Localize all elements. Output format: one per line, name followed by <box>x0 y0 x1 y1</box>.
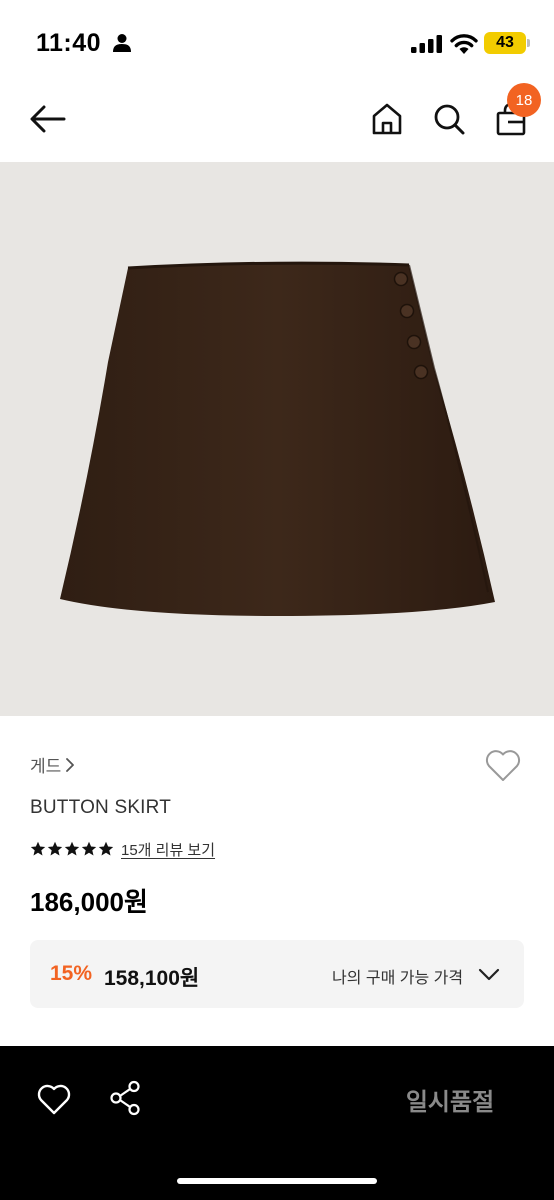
chevron-down-icon <box>478 968 500 981</box>
back-arrow-icon[interactable] <box>28 102 68 136</box>
star-icon <box>30 841 46 856</box>
share-icon[interactable] <box>108 1080 142 1116</box>
home-icon[interactable] <box>370 102 404 136</box>
star-icon <box>81 841 97 856</box>
bottom-action-bar: 일시품절 <box>0 1046 554 1200</box>
signal-icon <box>411 35 442 53</box>
person-icon <box>113 34 131 52</box>
discount-price-toggle[interactable]: 15% 158,100원 나의 구매 가능 가격 <box>30 940 524 1008</box>
status-bar: 11:40 43 <box>0 0 554 88</box>
review-link[interactable]: 15개 리뷰 보기 <box>121 839 215 860</box>
app-header: 18 <box>0 83 554 162</box>
heart-icon[interactable] <box>484 747 522 783</box>
discount-rate: 15% <box>50 962 93 985</box>
product-image[interactable] <box>0 162 554 716</box>
wifi-icon <box>450 34 478 54</box>
discount-price: 158,100원 <box>104 967 200 990</box>
soldout-button[interactable]: 일시품절 <box>380 1076 520 1122</box>
star-icon <box>98 841 114 856</box>
chevron-right-icon <box>66 757 75 772</box>
rating-row: 15개 리뷰 보기 <box>30 838 215 860</box>
brand-name: 게드 <box>30 757 62 776</box>
star-icon <box>64 841 80 856</box>
search-icon[interactable] <box>432 102 466 136</box>
product-name: BUTTON SKIRT <box>30 797 172 818</box>
battery-icon: 43 <box>484 32 526 54</box>
star-icon <box>47 841 63 856</box>
cart-count-badge: 18 <box>507 83 541 117</box>
discount-label: 나의 구매 가능 가격 <box>332 970 464 987</box>
product-price: 186,000원 <box>30 887 148 917</box>
heart-icon[interactable] <box>36 1082 72 1116</box>
brand-link[interactable]: 게드 <box>30 752 75 777</box>
rating-stars <box>30 841 114 857</box>
battery-level: 43 <box>496 34 514 51</box>
home-indicator <box>177 1178 377 1184</box>
battery-tip <box>527 39 530 47</box>
skirt-illustration <box>60 261 495 616</box>
status-time: 11:40 <box>36 29 102 57</box>
